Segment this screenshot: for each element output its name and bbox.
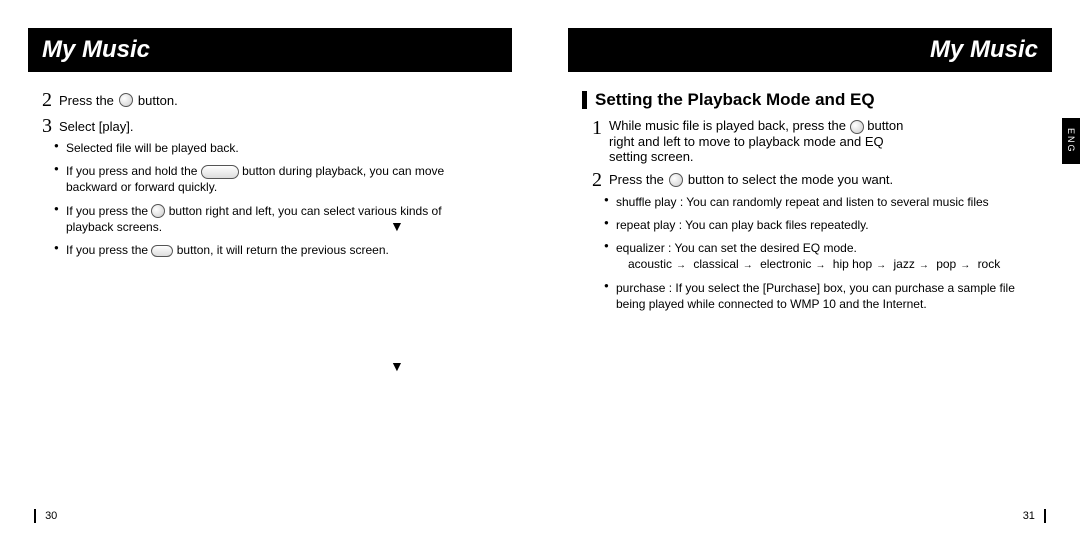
page-title-right: My Music: [568, 28, 1052, 72]
down-arrow-icon: ▼: [390, 218, 404, 234]
r-step-2-line: 2 Press the button to select the mode yo…: [592, 170, 1042, 190]
right-body: Setting the Playback Mode and EQ 1 While…: [568, 90, 1052, 312]
bullet-repeat: repeat play : You can play back files re…: [604, 217, 1042, 233]
nav-button-icon: [151, 204, 165, 218]
arrow-right-icon: →: [739, 260, 757, 271]
eq-chain: acoustic→ classical→ electronic→ hip hop…: [628, 256, 1042, 273]
bullet-screens: If you press the button right and left, …: [54, 203, 492, 235]
rb3-text: equalizer : You can set the desired EQ m…: [616, 241, 857, 255]
eq-item-3: hip hop: [833, 257, 872, 271]
page-left: My Music 2 Press the button. 3 Select [p…: [0, 0, 540, 539]
arrow-right-icon: →: [872, 260, 890, 271]
bullet-shuffle: shuffle play : You can randomly repeat a…: [604, 194, 1042, 210]
eq-item-2: electronic: [760, 257, 811, 271]
step2-post: button.: [138, 93, 178, 108]
bullet-back: If you press the button, it will return …: [54, 242, 492, 258]
page-number-left: 30: [34, 509, 57, 523]
arrow-right-icon: →: [956, 260, 974, 271]
section-bar-icon: [582, 91, 587, 109]
section-title: Setting the Playback Mode and EQ: [595, 90, 875, 110]
page-right: My Music Setting the Playback Mode and E…: [540, 0, 1080, 539]
arrow-right-icon: →: [811, 260, 829, 271]
page-title-left: My Music: [28, 28, 512, 72]
b4-post: button, it will return the previous scre…: [177, 243, 389, 257]
page-num-bar-icon: [34, 509, 36, 523]
b4-pre: If you press the: [66, 243, 148, 257]
left-body: 2 Press the button. 3 Select [play]. Sel…: [28, 90, 512, 258]
step3-text: Select [play].: [59, 119, 133, 134]
step-number-2: 2: [42, 90, 52, 110]
left-bullets: Selected file will be played back. If yo…: [54, 140, 492, 258]
step-number-3: 3: [42, 116, 52, 136]
page-number-right: 31: [1023, 509, 1046, 523]
r-step1-wrap: While music file is played back, press t…: [609, 118, 919, 164]
header-text-left: My Music: [42, 36, 150, 64]
bullet-play-selected: Selected file will be played back.: [54, 140, 492, 156]
arrow-right-icon: →: [672, 260, 690, 271]
r-step2-pre: Press the: [609, 172, 664, 187]
step-number-2r: 2: [592, 170, 602, 190]
r-step-1-line: 1 While music file is played back, press…: [592, 118, 1042, 164]
step-2-line: 2 Press the button.: [42, 90, 492, 110]
right-bullets: shuffle play : You can randomly repeat a…: [604, 194, 1042, 312]
back-button-icon: [151, 245, 173, 257]
bullet-hold-seek: If you press and hold the button during …: [54, 163, 492, 195]
r-step1-pre: While music file is played back, press t…: [609, 118, 846, 133]
section-header: Setting the Playback Mode and EQ: [582, 90, 1042, 110]
ok-button-icon: [669, 173, 683, 187]
step-number-1: 1: [592, 118, 602, 138]
down-arrow-icon: ▼: [390, 358, 404, 374]
arrow-right-icon: →: [915, 260, 933, 271]
b3-pre: If you press the: [66, 204, 148, 218]
eq-item-0: acoustic: [628, 257, 672, 271]
seek-bar-icon: [201, 165, 239, 179]
b2-pre: If you press and hold the: [66, 164, 197, 178]
ok-button-icon: [119, 93, 133, 107]
page-num-bar-icon: [1044, 509, 1046, 523]
step2-pre: Press the: [59, 93, 114, 108]
bullet-purchase: purchase : If you select the [Purchase] …: [604, 280, 1042, 312]
header-text-right: My Music: [930, 36, 1038, 64]
eq-item-4: jazz: [894, 257, 915, 271]
eq-item-5: pop: [936, 257, 956, 271]
bullet-equalizer: equalizer : You can set the desired EQ m…: [604, 240, 1042, 273]
r-step2-post: button to select the mode you want.: [688, 172, 893, 187]
eq-item-6: rock: [978, 257, 1001, 271]
page-num-right-text: 31: [1023, 510, 1035, 522]
language-tab: ENG: [1062, 118, 1080, 164]
page-num-left-text: 30: [45, 510, 57, 522]
nav-button-icon: [850, 120, 864, 134]
step-3-line: 3 Select [play].: [42, 116, 492, 136]
eq-item-1: classical: [693, 257, 738, 271]
